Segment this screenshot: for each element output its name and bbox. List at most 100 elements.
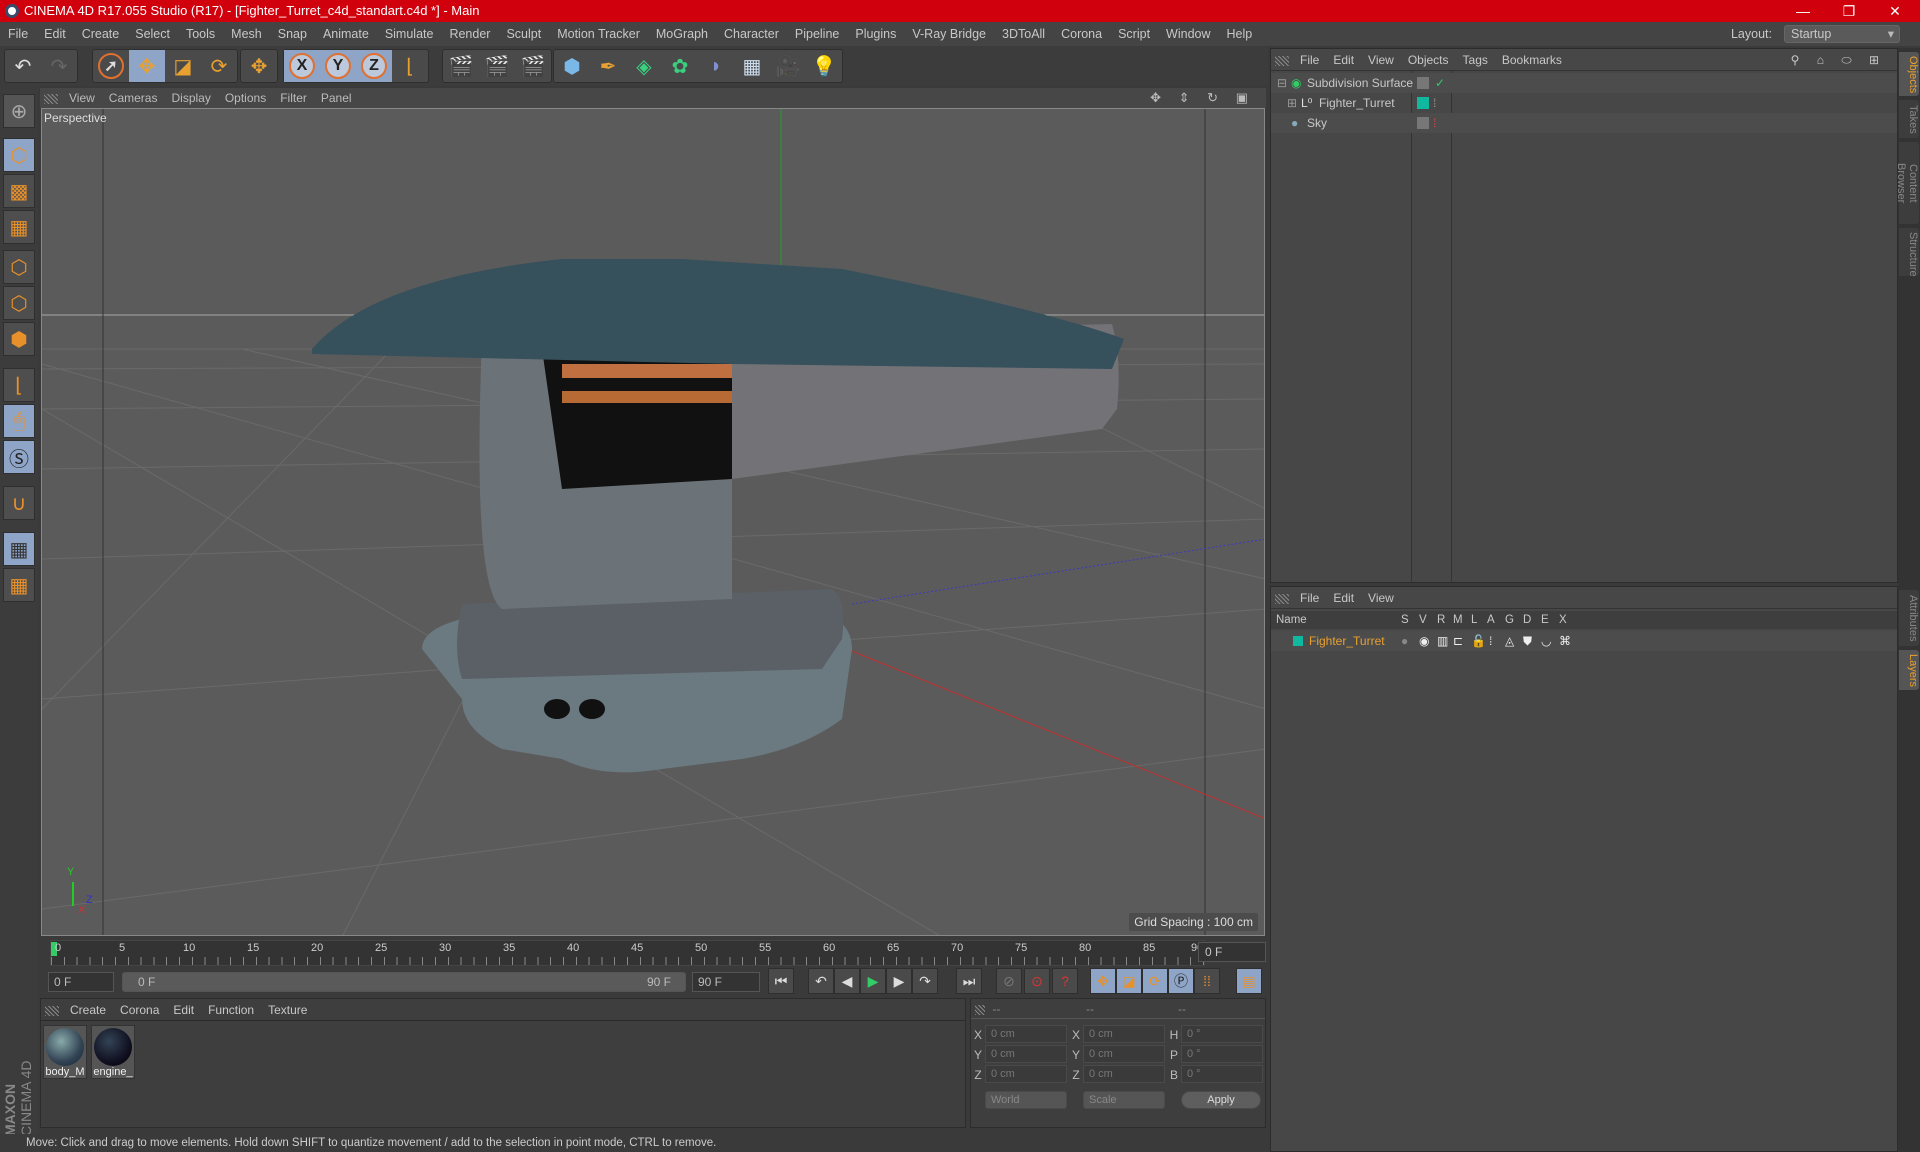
minimize-button[interactable]: — [1780,0,1826,22]
tweak-mode-icon[interactable]: 🖱 [3,404,35,438]
xref-icon[interactable]: ⌘ [1559,631,1571,651]
layer-color-swatch[interactable] [1293,636,1303,646]
prev-frame-icon[interactable]: ◀ [834,968,860,994]
maximize-view-icon[interactable]: ▣ [1229,88,1255,108]
floor-icon[interactable]: ▦ [734,50,770,82]
panel-grip-icon[interactable] [45,1005,59,1016]
fighter-turret-model[interactable] [312,259,1124,773]
obj-menu-tags[interactable]: Tags [1456,49,1495,71]
orbit-icon[interactable]: ↻ [1200,88,1225,108]
dolly-icon[interactable]: ⇕ [1172,88,1197,108]
menu-vray-bridge[interactable]: V-Ray Bridge [904,22,994,46]
expression-icon[interactable]: ◡ [1541,631,1551,651]
search-icon[interactable]: ⚲ [1784,49,1807,71]
y-axis-lock-icon[interactable]: Y [320,50,356,82]
layer-row[interactable]: Fighter_Turret ● ◉ ▥ ⊏ 🔓 ⁞ ◬ ⛊ ◡ ⌘ [1271,631,1897,651]
key-position-icon[interactable]: ✥ [1090,968,1116,994]
layer-name[interactable]: Fighter_Turret [1309,631,1385,651]
autokey-icon[interactable]: ⊙ [1024,968,1050,994]
size-mode-dropdown[interactable]: Scale [1083,1091,1165,1109]
material-swatch[interactable]: body_M [43,1025,87,1079]
position-y-field[interactable]: 0 cm [985,1045,1067,1063]
obj-menu-edit[interactable]: Edit [1326,49,1361,71]
key-pla-icon[interactable]: ⁞⁞ [1194,968,1220,994]
object-row[interactable]: ⊟ ◉ Subdivision Surface ✓ [1271,73,1897,93]
viewport-menu-cameras[interactable]: Cameras [102,88,165,108]
scale-tool-icon[interactable]: ◪ [165,50,201,82]
viewport-menu-panel[interactable]: Panel [314,88,359,108]
object-name[interactable]: Fighter_Turret [1319,93,1395,113]
eye-toggle-icon[interactable]: ⬭ [1834,49,1858,71]
magnet-icon[interactable]: ∪ [3,486,35,520]
frame-range-slider[interactable]: 0 F 90 F [122,972,686,992]
menu-mograph[interactable]: MoGraph [648,22,716,46]
col-solo[interactable]: S [1401,611,1409,629]
tab-takes[interactable]: Takes [1899,100,1919,138]
col-visible[interactable]: V [1419,611,1427,629]
play-icon[interactable]: ▶ [860,968,886,994]
render-view-icon[interactable]: 🎬 [443,50,479,82]
layer-menu-edit[interactable]: Edit [1326,587,1361,609]
goto-start-icon[interactable]: ⏮ [768,968,794,994]
pen-spline-icon[interactable]: ✒ [590,50,626,82]
menu-edit[interactable]: Edit [36,22,74,46]
layer-color-swatch[interactable] [1417,97,1429,109]
menu-tools[interactable]: Tools [178,22,223,46]
z-axis-lock-icon[interactable]: Z [356,50,392,82]
size-x-field[interactable]: 0 cm [1083,1025,1165,1043]
locked-workplane-icon[interactable]: ▦ [3,532,35,566]
deformer-icon[interactable]: ⛊ [1523,631,1532,651]
menu-create[interactable]: Create [74,22,128,46]
home-icon[interactable]: ⌂ [1810,49,1831,71]
render-icon[interactable]: ▥ [1437,631,1448,651]
size-y-field[interactable]: 0 cm [1083,1045,1165,1063]
panel-grip-icon[interactable] [1275,55,1289,66]
menu-render[interactable]: Render [441,22,498,46]
enabled-check-icon[interactable]: ✓ [1435,73,1445,93]
generator-icon[interactable]: ◬ [1505,631,1514,651]
obj-menu-view[interactable]: View [1361,49,1401,71]
menu-simulate[interactable]: Simulate [377,22,442,46]
keyframe-selection-icon[interactable]: ? [1052,968,1078,994]
object-name[interactable]: Sky [1307,113,1327,133]
tab-attributes[interactable]: Attributes [1899,590,1919,646]
menu-script[interactable]: Script [1110,22,1158,46]
timeline-ruler[interactable]: 0 5 10 15 20 25 30 35 40 45 50 55 60 65 … [40,940,1266,968]
rotation-b-field[interactable]: 0 ° [1181,1065,1263,1083]
tab-structure[interactable]: Structure [1899,228,1919,277]
col-expressions[interactable]: E [1541,611,1549,629]
redo-icon[interactable]: ↷ [41,50,77,82]
deformer-icon[interactable]: ◗ [698,50,734,82]
current-frame-field[interactable]: 0 F [1198,942,1266,962]
col-xref[interactable]: X [1559,611,1567,629]
visibility-dots-icon[interactable]: ⁞ [1433,113,1436,133]
position-x-field[interactable]: 0 cm [985,1025,1067,1043]
key-scale-icon[interactable]: ◪ [1116,968,1142,994]
col-manager[interactable]: M [1453,611,1463,629]
viewport-menu-display[interactable]: Display [164,88,217,108]
snap-icon[interactable]: Ⓢ [3,440,35,474]
layer-tag-icon[interactable] [1417,117,1429,129]
planar-workplane-icon[interactable]: ▦ [3,568,35,602]
model-mode-icon[interactable]: ⬡ [3,138,35,172]
menu-help[interactable]: Help [1219,22,1261,46]
end-frame-field[interactable]: 90 F [692,972,760,992]
visibility-dots-icon[interactable]: ⁞ [1433,93,1436,113]
solo-icon[interactable]: ● [1401,631,1408,651]
tab-layers[interactable]: Layers [1899,650,1919,690]
undo-icon[interactable]: ↶ [5,50,41,82]
goto-next-key-icon[interactable]: ↷ [912,968,938,994]
polygons-mode-icon[interactable]: ⬢ [3,322,35,356]
viewport-menu-view[interactable]: View [62,88,102,108]
workplane-mode-icon[interactable]: ▦ [3,210,35,244]
menu-pipeline[interactable]: Pipeline [787,22,847,46]
material-menu-texture[interactable]: Texture [261,999,314,1021]
object-name[interactable]: Subdivision Surface [1307,73,1413,93]
material-menu-corona[interactable]: Corona [113,999,166,1021]
layer-menu-view[interactable]: View [1361,587,1401,609]
panel-grip-icon[interactable] [44,93,58,104]
3d-viewport[interactable]: Perspective Y Z X Grid Spacing : 100 cm [41,108,1265,936]
cube-icon[interactable]: ⬢ [554,50,590,82]
object-row[interactable]: ● Sky ⁞ [1271,113,1897,133]
material-menu-function[interactable]: Function [201,999,261,1021]
